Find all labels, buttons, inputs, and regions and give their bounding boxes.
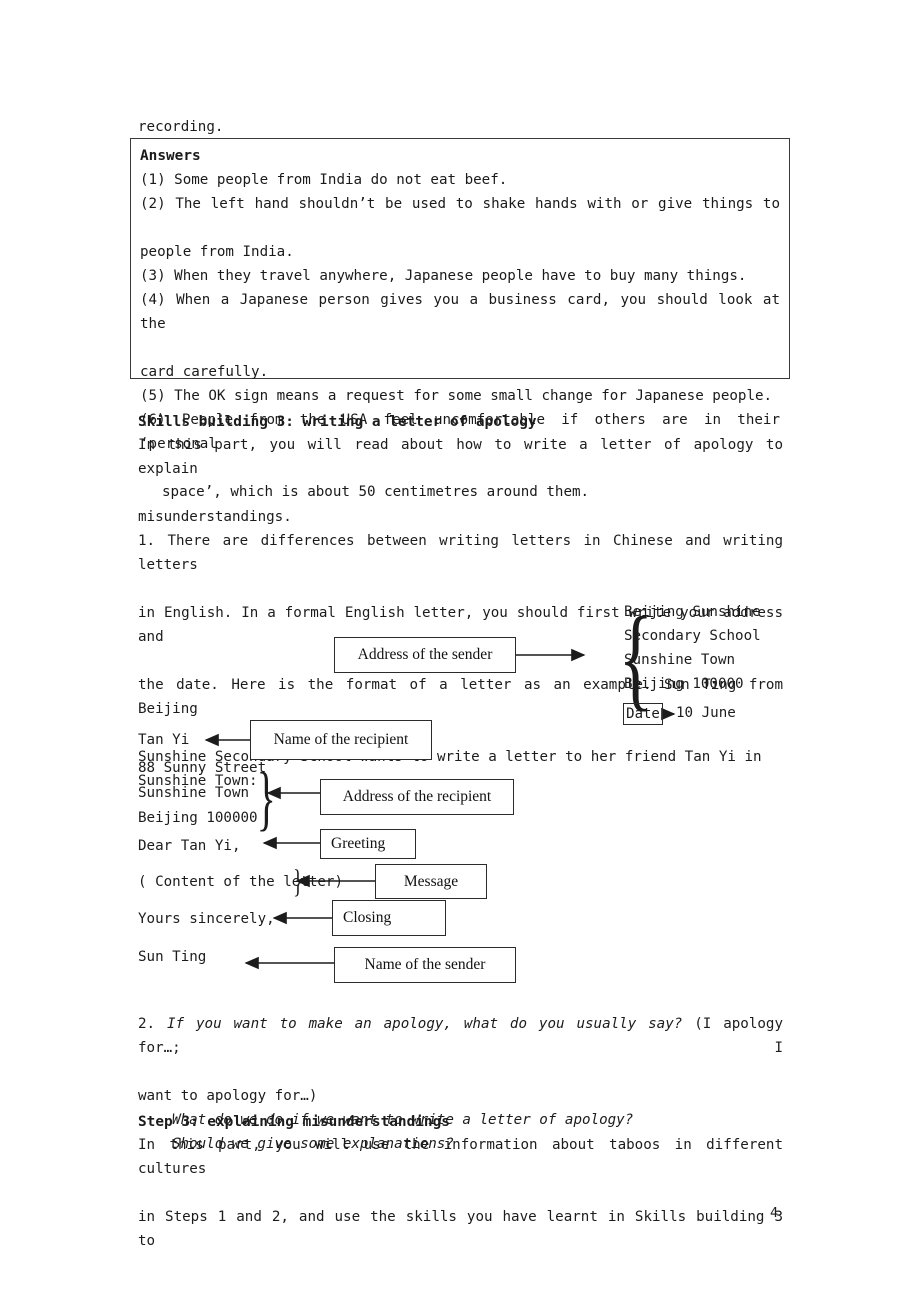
skills-para-line: misunderstandings. — [138, 509, 292, 525]
answers-title: Answers — [140, 148, 201, 164]
answers-lines-line: card carefully. — [140, 364, 269, 380]
answers-lines-line: (3) When they travel anywhere, Japanese … — [140, 268, 747, 284]
label-box-greeting: Greeting — [320, 829, 416, 859]
answers-lines-line: (5) The OK sign means a request for some… — [140, 388, 773, 404]
skills-para-line: Sunshine Town: — [138, 773, 258, 789]
answers-lines-line: (2) The left hand shouldn’t be used to s… — [140, 196, 780, 212]
skills-para-line: Sunshine Secondary School wants to write… — [138, 749, 762, 765]
step3-para-line: in Steps 1 and 2, and use the skills you… — [138, 1209, 783, 1249]
closing-text: Yours sincerely, — [138, 911, 275, 927]
letter-body-text: ( Content of the letter) — [138, 874, 343, 890]
label-text: Message — [403, 872, 459, 890]
skills-para-line: 1. There are differences between writing… — [138, 533, 783, 573]
label-box-name-of-sender: Name of the sender — [334, 947, 516, 983]
label-text: Closing — [343, 909, 392, 926]
tail-line-1: 2. If you want to make an apology, what … — [138, 1012, 783, 1084]
label-text: Name of the sender — [364, 956, 486, 973]
document-page: recording. Answers (1) Some people from … — [0, 0, 920, 1302]
label-box-closing: Closing — [332, 900, 446, 936]
skills-para-line: in English. In a formal English letter, … — [138, 605, 783, 645]
label-text: Greeting — [331, 835, 386, 852]
step3-para-line: In this part, you will use the informati… — [138, 1137, 783, 1177]
skills-building-paragraph: In this part, you will read about how to… — [138, 433, 783, 793]
page-number: 4 — [770, 1205, 779, 1221]
brace-message: } — [293, 864, 303, 900]
greeting-text: Dear Tan Yi, — [138, 838, 241, 854]
step3-paragraph: In this part, you will use the informati… — [138, 1133, 783, 1277]
tail-line-2: want to apology for…) — [138, 1088, 318, 1104]
skills-para-line: In this part, you will read about how to… — [138, 437, 783, 477]
intro-line: recording. — [138, 119, 224, 135]
tail-q2-italic: If you want to make an apology, what do … — [167, 1016, 683, 1032]
skills-building-heading: Skills building 3: writing a letter of a… — [138, 414, 537, 430]
recipient-address-line-3: Beijing 100000 — [138, 810, 258, 826]
answers-lines-line: people from India. — [140, 244, 294, 260]
answers-lines-line: (1) Some people from India do not eat be… — [140, 172, 508, 188]
tail-q2-number: 2. — [138, 1016, 167, 1032]
skills-para-line: the date. Here is the format of a letter… — [138, 677, 783, 717]
answers-box: Answers (1) Some people from India do no… — [130, 138, 790, 500]
step3-heading: Step 3: explaining misunderstandings — [138, 1114, 450, 1130]
label-box-message: Message — [375, 864, 487, 899]
answers-lines-line: (4) When a Japanese person gives you a b… — [140, 292, 780, 332]
sender-name: Sun Ting — [138, 949, 207, 965]
